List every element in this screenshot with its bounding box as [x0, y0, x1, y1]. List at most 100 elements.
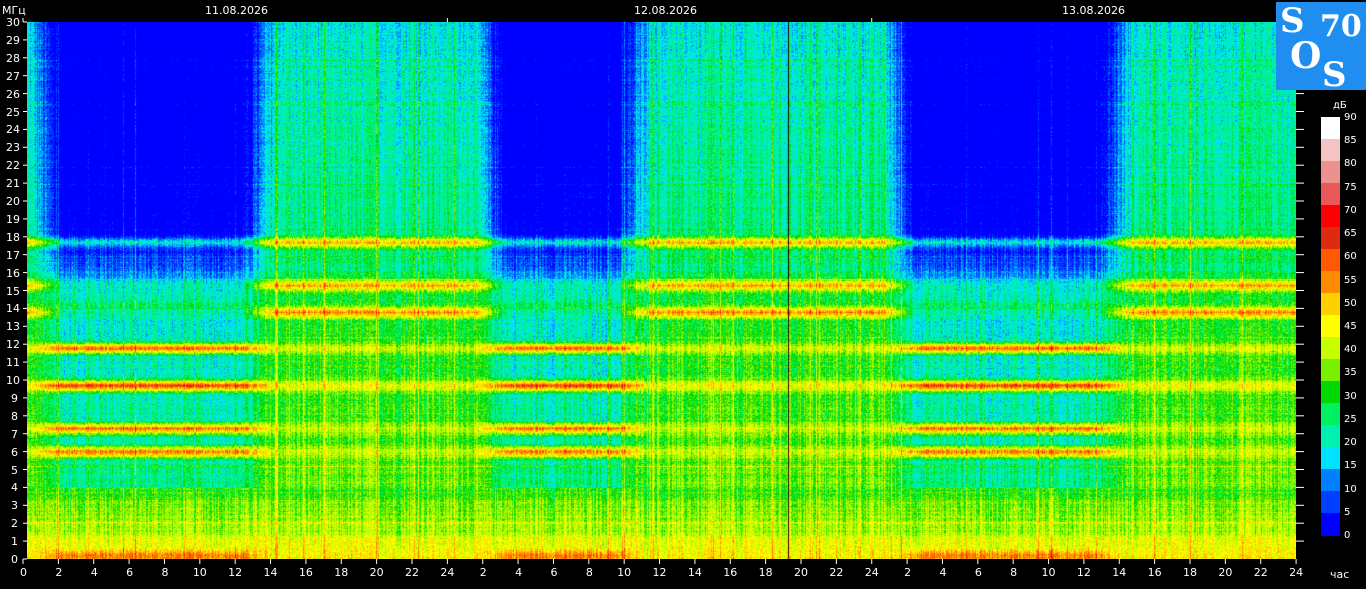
colorbar-segment	[1321, 161, 1340, 184]
x-tick-label: 18	[1182, 566, 1197, 579]
colorbar-segment	[1321, 469, 1340, 492]
colorbar-segment	[1321, 425, 1340, 448]
x-tick-label: 20	[1218, 566, 1233, 579]
colorbar-tick-label: 20	[1344, 437, 1357, 449]
colorbar-segment	[1321, 183, 1340, 206]
x-tick-label: 2	[479, 566, 487, 579]
date-label-3: 13.08.2026	[1062, 4, 1125, 17]
colorbar-tick-label: 30	[1344, 390, 1357, 402]
x-tick-label: 14	[263, 566, 278, 579]
colorbar-tick-label: 55	[1344, 274, 1357, 286]
x-tick-label: 22	[829, 566, 844, 579]
x-tick-label: 18	[334, 566, 349, 579]
y-tick-label: 19	[6, 212, 20, 226]
svg-text:70: 70	[1320, 9, 1362, 44]
y-tick-label: 18	[6, 230, 20, 244]
y-tick-label: 13	[6, 320, 20, 334]
colorbar-segment	[1321, 381, 1340, 404]
colorbar-segment	[1321, 315, 1340, 338]
colorbar-segment	[1321, 271, 1340, 294]
y-tick-label: 21	[6, 177, 20, 191]
colorbar-tick-label: 10	[1344, 483, 1357, 495]
x-tick-label: 10	[192, 566, 207, 579]
x-tick-label: 24	[440, 566, 455, 579]
svg-text:O: O	[1290, 35, 1321, 77]
spectrogram-heatmap	[27, 22, 1296, 559]
y-axis-unit-label: МГц	[2, 4, 26, 17]
colorbar-tick-label: 90	[1344, 112, 1357, 123]
colorbar-segment	[1321, 403, 1340, 426]
y-tick-label: 15	[6, 284, 20, 298]
x-tick-label: 6	[974, 566, 982, 579]
y-tick-label: 23	[6, 141, 20, 155]
y-tick-label: 28	[6, 51, 20, 65]
colorbar-tick-label: 60	[1344, 251, 1357, 263]
colorbar-segment	[1321, 227, 1340, 250]
colorbar-segment	[1321, 139, 1340, 162]
x-tick-label: 8	[1010, 566, 1018, 579]
y-tick-label: 0	[11, 553, 18, 566]
y-tick-label: 7	[11, 427, 18, 441]
y-tick-label: 20	[6, 195, 20, 208]
date-label-1: 11.08.2026	[205, 4, 268, 17]
x-tick-label: 20	[369, 566, 384, 579]
date-label-2: 12.08.2026	[634, 4, 697, 17]
x-tick-label: 4	[515, 566, 523, 579]
y-tick-label: 6	[11, 445, 18, 459]
x-tick-label: 18	[758, 566, 773, 579]
colorbar-segment	[1321, 513, 1340, 536]
x-tick-label: 10	[617, 566, 632, 579]
y-tick-label: 3	[11, 499, 18, 513]
svg-text:S: S	[1322, 55, 1347, 90]
x-tick-label: 22	[1253, 566, 1268, 579]
x-tick-label: 4	[939, 566, 947, 579]
y-tick-label: 25	[6, 105, 20, 119]
colorbar-unit-label: дБ	[1333, 100, 1347, 111]
x-tick-label: 8	[161, 566, 169, 579]
x-tick-label: 12	[1076, 566, 1091, 579]
colorbar-segment	[1321, 249, 1340, 272]
colorbar-segment	[1321, 293, 1340, 316]
y-tick-label: 12	[6, 338, 20, 352]
y-tick-label: 16	[6, 266, 20, 280]
colorbar-segment	[1321, 359, 1340, 382]
colorbar-segment	[1321, 491, 1340, 514]
colorbar-tick-label: 40	[1344, 344, 1357, 356]
x-tick-label: 0	[20, 566, 27, 579]
y-tick-label: 14	[6, 302, 20, 316]
y-tick-label: 30	[6, 16, 20, 29]
sos70-logo: S 70 O S	[1276, 1, 1366, 95]
x-tick-label: 6	[550, 566, 558, 579]
x-axis-unit-label: час	[1330, 568, 1350, 581]
colorbar	[1321, 117, 1340, 536]
colorbar-tick-label: 0	[1344, 530, 1351, 541]
x-tick-label: 20	[793, 566, 808, 579]
x-tick-label: 24	[864, 566, 879, 579]
y-tick-label: 29	[6, 33, 20, 47]
colorbar-tick-label: 75	[1344, 181, 1357, 193]
x-tick-label: 16	[1147, 566, 1162, 579]
colorbar-tick-label: 35	[1344, 367, 1357, 379]
spectrogram-plot-area	[27, 22, 1296, 559]
colorbar-segment	[1321, 337, 1340, 360]
colorbar-segment	[1321, 117, 1340, 140]
x-tick-label: 8	[585, 566, 593, 579]
y-tick-label: 9	[11, 391, 18, 405]
x-tick-label: 4	[90, 566, 98, 579]
y-tick-label: 24	[6, 123, 20, 137]
colorbar-tick-label: 70	[1344, 204, 1357, 216]
colorbar-tick-label: 15	[1344, 460, 1357, 472]
spectrogram-panel: МГц час 11.08.2026 12.08.2026 13.08.2026…	[0, 0, 1366, 589]
x-tick-label: 14	[1112, 566, 1127, 579]
colorbar-segment	[1321, 205, 1340, 228]
x-tick-label: 6	[126, 566, 134, 579]
x-tick-label: 2	[55, 566, 63, 579]
x-tick-label: 22	[404, 566, 419, 579]
y-tick-label: 4	[11, 481, 18, 495]
colorbar-tick-label: 65	[1344, 228, 1357, 240]
y-tick-label: 2	[11, 517, 18, 531]
colorbar-segment	[1321, 447, 1340, 470]
x-tick-label: 2	[904, 566, 912, 579]
colorbar-tick-label: 50	[1344, 297, 1357, 309]
x-tick-label: 16	[298, 566, 313, 579]
